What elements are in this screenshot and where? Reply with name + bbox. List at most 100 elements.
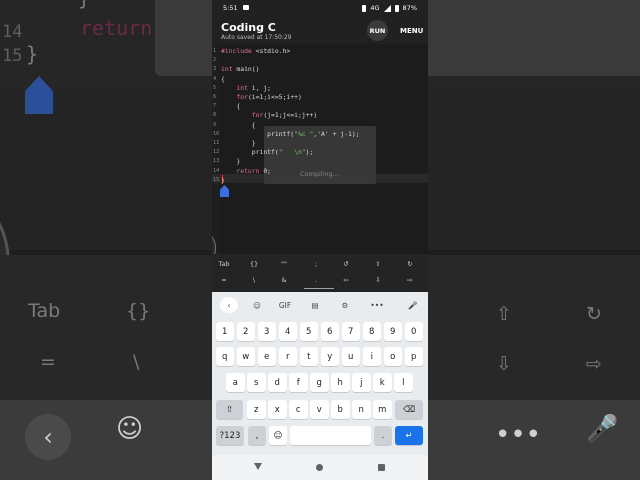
symbol-key[interactable]: ↺ (336, 260, 356, 268)
key-e[interactable]: e (257, 347, 276, 366)
symbol-key[interactable]: ↻ (400, 260, 420, 268)
code-line[interactable]: 7 { (212, 102, 428, 111)
line-number: 9 (213, 121, 217, 128)
emoji-key[interactable]: ☺ (269, 426, 287, 445)
key-q[interactable]: q (215, 347, 234, 366)
symbol-key[interactable]: "" (274, 260, 294, 268)
symbol-key[interactable]: ⇩ (368, 276, 388, 284)
code-line[interactable]: 1 #include <stdio.h> (212, 47, 428, 56)
gif-button[interactable]: GIF (276, 297, 294, 313)
symbol-key[interactable]: ⇨ (400, 276, 420, 284)
nav-back-icon[interactable] (254, 463, 262, 470)
line-number: 6 (213, 94, 217, 100)
key-g[interactable]: g (310, 373, 329, 392)
key-6[interactable]: 6 (320, 322, 339, 341)
code-text: { (221, 120, 256, 129)
key-k[interactable]: k (373, 373, 392, 392)
code-editor[interactable]: Compiling... 1 #include <stdio.h> 2 3 int ma… (212, 44, 428, 262)
key-a[interactable]: a (226, 373, 245, 392)
key-y[interactable]: y (320, 347, 339, 366)
code-line[interactable]: 15} (212, 176, 428, 185)
line-number: 15 (213, 176, 220, 183)
code-line[interactable]: 4{ (212, 75, 428, 84)
symbol-key[interactable]: ⇦ (336, 276, 356, 284)
symbol-key[interactable]: & (274, 276, 294, 284)
key-8[interactable]: 8 (362, 322, 381, 341)
symbol-key[interactable]: \ (244, 276, 264, 284)
code-line[interactable]: 11 } (212, 139, 428, 148)
symbol-key[interactable]: ⇧ (368, 260, 388, 268)
line-number: 5 (213, 84, 217, 91)
comma-key[interactable]: , (248, 426, 266, 445)
bg-line-number: 15 (2, 46, 23, 66)
line-number: 8 (213, 112, 217, 119)
key-2[interactable]: 2 (236, 322, 255, 341)
key-n[interactable]: n (352, 400, 371, 419)
key-x[interactable]: x (268, 400, 287, 419)
key-4[interactable]: 4 (278, 322, 297, 341)
code-line[interactable]: 10 printf("%c ",'A' + j-1); (212, 130, 428, 139)
nav-recents-icon[interactable] (378, 464, 385, 471)
key-0[interactable]: 0 (404, 322, 423, 341)
line-number: 1 (213, 48, 217, 54)
key-v[interactable]: v (310, 400, 329, 419)
menu-button[interactable]: MENU (400, 27, 423, 35)
symbol-page-indicator (304, 288, 334, 289)
run-button[interactable]: RUN (367, 20, 388, 41)
backspace-key[interactable]: ⌫ (395, 400, 423, 419)
code-line[interactable]: 3 int main() (212, 65, 428, 74)
key-d[interactable]: d (268, 373, 287, 392)
code-line[interactable]: 6 for(i=1;i<=5;i++) (212, 93, 428, 102)
space-bar[interactable] (290, 426, 371, 445)
key-3[interactable]: 3 (257, 322, 276, 341)
enter-key[interactable]: ↵ (395, 426, 423, 445)
key-j[interactable]: j (352, 373, 371, 392)
key-s[interactable]: s (247, 373, 266, 392)
key-b[interactable]: b (331, 400, 350, 419)
key-5[interactable]: 5 (299, 322, 318, 341)
code-line[interactable]: 9 { (212, 121, 428, 130)
settings-icon[interactable]: ⚙ (336, 297, 354, 313)
symbols-mode-key[interactable]: ?123 (216, 426, 244, 445)
bg-more-icon: ••• (495, 420, 542, 450)
code-line[interactable]: 12 printf(" \n"); (212, 148, 428, 157)
code-line[interactable]: 2 (212, 56, 428, 65)
code-line[interactable]: 5 int i, j; (212, 84, 428, 93)
cursor-handle-icon[interactable] (220, 185, 229, 197)
key-1[interactable]: 1 (215, 322, 234, 341)
nav-home-icon[interactable] (316, 464, 323, 471)
period-key[interactable]: . (374, 426, 392, 445)
key-t[interactable]: t (299, 347, 318, 366)
key-r[interactable]: r (278, 347, 297, 366)
more-icon[interactable]: ••• (368, 297, 386, 313)
code-line[interactable]: 8 for(j=1;j<=i;j++) (212, 111, 428, 120)
key-c[interactable]: c (289, 400, 308, 419)
key-f[interactable]: f (289, 373, 308, 392)
key-h[interactable]: h (331, 373, 350, 392)
key-l[interactable]: l (394, 373, 413, 392)
key-o[interactable]: o (383, 347, 402, 366)
symbol-key[interactable]: Tab (214, 260, 234, 268)
key-9[interactable]: 9 (383, 322, 402, 341)
code-line[interactable]: 13 } (212, 157, 428, 166)
symbol-key[interactable]: ; (306, 260, 326, 268)
symbol-key[interactable]: = (214, 276, 234, 284)
symbol-key[interactable]: {} (244, 260, 264, 268)
key-u[interactable]: u (341, 347, 360, 366)
key-p[interactable]: p (404, 347, 423, 366)
key-w[interactable]: w (236, 347, 255, 366)
shift-key[interactable]: ⇧ (216, 400, 243, 419)
app-bar: Coding C Auto saved at 17:50:29 RUN MENU (212, 16, 428, 44)
sticker-icon[interactable]: ☺ (248, 297, 266, 313)
key-z[interactable]: z (247, 400, 266, 419)
key-7[interactable]: 7 (341, 322, 360, 341)
symbol-key[interactable]: . (306, 276, 326, 284)
phone-screen: 5:51 4G 87% Coding C Auto saved at 17:50… (212, 0, 428, 480)
back-icon[interactable]: ‹ (220, 297, 238, 313)
mic-icon[interactable]: 🎤 (404, 297, 422, 313)
clipboard-icon[interactable]: ▤ (306, 297, 324, 313)
key-i[interactable]: i (362, 347, 381, 366)
key-m[interactable]: m (373, 400, 392, 419)
code-line[interactable]: 14 return 0; (212, 167, 428, 176)
code-text: #include <stdio.h> (221, 47, 291, 55)
